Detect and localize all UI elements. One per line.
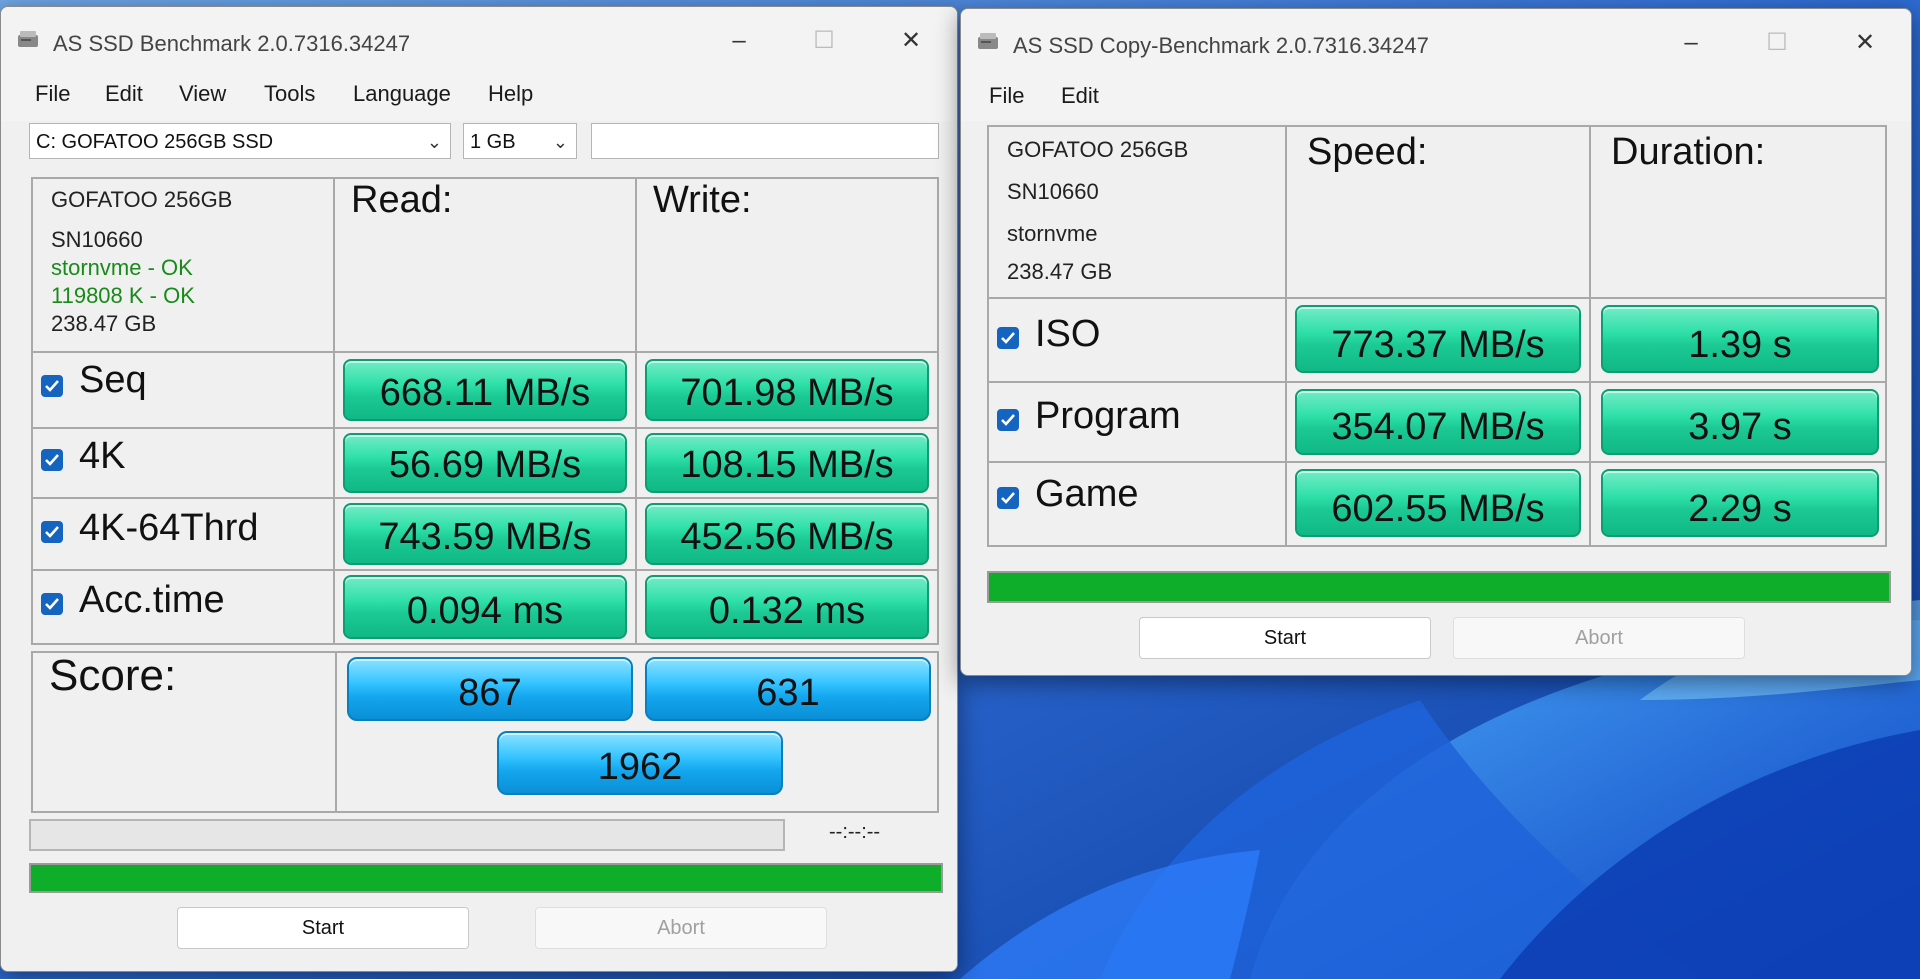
- abort-button[interactable]: Abort: [1453, 617, 1745, 659]
- seq-checkbox[interactable]: [41, 375, 63, 397]
- menu-edit[interactable]: Edit: [105, 81, 143, 107]
- read-column-header: Read:: [351, 179, 453, 221]
- menu-edit[interactable]: Edit: [1061, 83, 1099, 109]
- score-total: 1962: [497, 731, 783, 795]
- menu-help[interactable]: Help: [488, 81, 533, 107]
- seq-write-result: 701.98 MB/s: [645, 359, 929, 421]
- start-button[interactable]: Start: [177, 907, 469, 949]
- menu-view[interactable]: View: [179, 81, 226, 107]
- title-bar[interactable]: AS SSD Copy-Benchmark 2.0.7316.34247 – ☐…: [961, 9, 1911, 69]
- menu-language[interactable]: Language: [353, 81, 451, 107]
- minimize-icon[interactable]: –: [1663, 23, 1719, 63]
- check-icon: [45, 526, 59, 538]
- check-icon: [1001, 492, 1015, 504]
- drive-select-value: C: GOFATOO 256GB SSD: [36, 131, 274, 153]
- time-progress-bar: [29, 819, 785, 851]
- write-column-header: Write:: [653, 179, 752, 221]
- program-speed-result: 354.07 MB/s: [1295, 389, 1581, 455]
- drive-model: GOFATOO 256GB: [1007, 137, 1189, 162]
- menu-file[interactable]: File: [989, 83, 1024, 109]
- check-icon: [45, 380, 59, 392]
- drive-icon: [978, 33, 998, 49]
- close-icon[interactable]: ✕: [883, 21, 939, 61]
- score-label: Score:: [49, 651, 177, 700]
- window-title: AS SSD Copy-Benchmark 2.0.7316.34247: [1013, 33, 1429, 58]
- acctime-read-result: 0.094 ms: [343, 575, 627, 639]
- menu-bar: File Edit: [961, 69, 1911, 123]
- speed-column-header: Speed:: [1307, 131, 1428, 173]
- score-write: 631: [645, 657, 931, 721]
- size-select-value: 1 GB: [470, 131, 516, 153]
- benchmark-client: C: GOFATOO 256GB SSD ⌄ 1 GB ⌄ GOFATOO 25…: [1, 121, 957, 971]
- 4k-checkbox[interactable]: [41, 449, 63, 471]
- drive-capacity: 238.47 GB: [1007, 259, 1113, 284]
- minimize-icon[interactable]: –: [711, 21, 767, 61]
- benchmark-progress-bar: [29, 863, 943, 893]
- chevron-down-icon: ⌄: [426, 132, 442, 152]
- row-label-4k64thrd: 4K-64Thrd: [79, 507, 259, 549]
- game-duration-result: 2.29 s: [1601, 469, 1879, 537]
- iso-duration-result: 1.39 s: [1601, 305, 1879, 373]
- row-label-program: Program: [1035, 395, 1181, 437]
- drive-icon: [18, 31, 38, 47]
- 4k64-checkbox[interactable]: [41, 521, 63, 543]
- copy-benchmark-window: AS SSD Copy-Benchmark 2.0.7316.34247 – ☐…: [960, 8, 1912, 676]
- iso-speed-result: 773.37 MB/s: [1295, 305, 1581, 373]
- 4k-write-result: 108.15 MB/s: [645, 433, 929, 493]
- row-label-acctime: Acc.time: [79, 579, 225, 621]
- row-label-game: Game: [1035, 473, 1139, 515]
- size-select[interactable]: 1 GB ⌄: [463, 123, 577, 159]
- menu-bar: File Edit View Tools Language Help: [1, 67, 957, 121]
- drive-firmware: SN10660: [1007, 179, 1099, 204]
- 4k64-write-result: 452.56 MB/s: [645, 503, 929, 565]
- program-checkbox[interactable]: [997, 409, 1019, 431]
- row-label-4k: 4K: [79, 435, 126, 477]
- iso-checkbox[interactable]: [997, 327, 1019, 349]
- seq-read-result: 668.11 MB/s: [343, 359, 627, 421]
- 4k-read-result: 56.69 MB/s: [343, 433, 627, 493]
- drive-firmware: SN10660: [51, 227, 143, 252]
- row-label-seq: Seq: [79, 359, 147, 401]
- game-checkbox[interactable]: [997, 487, 1019, 509]
- check-icon: [1001, 414, 1015, 426]
- check-icon: [1001, 332, 1015, 344]
- title-bar[interactable]: AS SSD Benchmark 2.0.7316.34247 – ☐ ✕: [1, 7, 957, 67]
- close-icon[interactable]: ✕: [1837, 23, 1893, 63]
- acctime-write-result: 0.132 ms: [645, 575, 929, 639]
- duration-column-header: Duration:: [1611, 131, 1766, 173]
- drive-driver: stornvme: [1007, 221, 1098, 246]
- acctime-checkbox[interactable]: [41, 593, 63, 615]
- copy-client: GOFATOO 256GB SN10660 stornvme 238.47 GB…: [961, 121, 1911, 675]
- abort-button[interactable]: Abort: [535, 907, 827, 949]
- drive-select[interactable]: C: GOFATOO 256GB SSD ⌄: [29, 123, 451, 159]
- menu-file[interactable]: File: [35, 81, 70, 107]
- game-speed-result: 602.55 MB/s: [1295, 469, 1581, 537]
- copy-progress-bar: [987, 571, 1891, 603]
- status-textbox[interactable]: [591, 123, 939, 159]
- chevron-down-icon: ⌄: [552, 132, 568, 152]
- window-title: AS SSD Benchmark 2.0.7316.34247: [53, 31, 411, 56]
- drive-capacity: 238.47 GB: [51, 311, 157, 336]
- program-duration-result: 3.97 s: [1601, 389, 1879, 455]
- maximize-icon[interactable]: ☐: [1749, 23, 1805, 63]
- maximize-icon[interactable]: ☐: [796, 21, 852, 61]
- start-button[interactable]: Start: [1139, 617, 1431, 659]
- row-label-iso: ISO: [1035, 313, 1101, 355]
- drive-alignment-status: 119808 K - OK: [51, 283, 195, 308]
- menu-tools[interactable]: Tools: [264, 81, 315, 107]
- check-icon: [45, 598, 59, 610]
- time-display: --:--:--: [829, 821, 881, 843]
- score-read: 867: [347, 657, 633, 721]
- check-icon: [45, 454, 59, 466]
- 4k64-read-result: 743.59 MB/s: [343, 503, 627, 565]
- drive-driver-status: stornvme - OK: [51, 255, 193, 280]
- benchmark-window: AS SSD Benchmark 2.0.7316.34247 – ☐ ✕ Fi…: [0, 6, 958, 972]
- drive-model: GOFATOO 256GB: [51, 187, 233, 212]
